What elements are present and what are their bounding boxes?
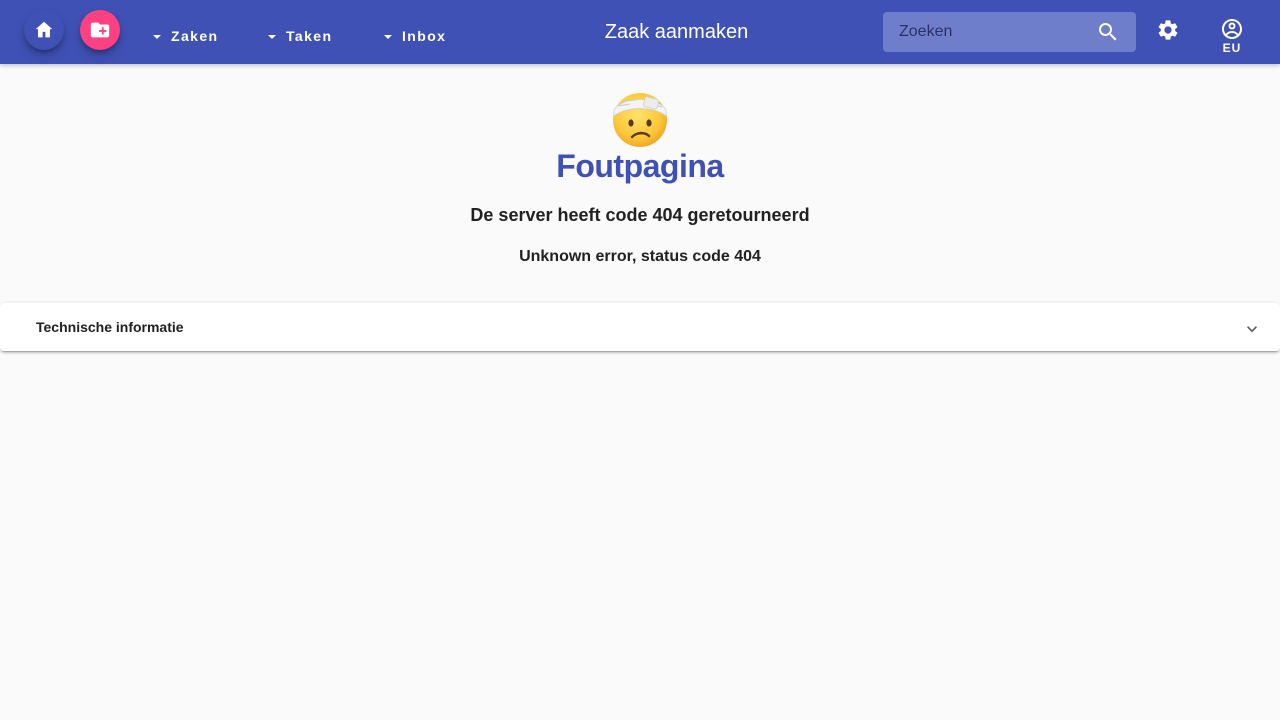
- nav-menu-label: Taken: [286, 28, 333, 44]
- chevron-down-icon: [1242, 319, 1262, 339]
- home-button[interactable]: [24, 10, 64, 50]
- face-with-head-bandage-icon: [613, 93, 667, 147]
- caret-down-icon: [384, 34, 392, 39]
- user-initials: EU: [1222, 41, 1242, 55]
- caret-down-icon: [268, 34, 276, 39]
- panel-title: Technische informatie: [36, 319, 184, 335]
- error-title: Foutpagina: [556, 148, 724, 184]
- nav-menu-taken[interactable]: Taken: [268, 22, 332, 50]
- nav-menu-zaken[interactable]: Zaken: [153, 22, 218, 50]
- search-box: [883, 12, 1136, 52]
- create-zaak-button[interactable]: [80, 10, 120, 50]
- page-title: Zaak aanmaken: [604, 21, 749, 43]
- top-toolbar: Zaken Taken Inbox Zaak aanmaken EU: [0, 0, 1280, 64]
- error-subtitle: De server heeft code 404 geretourneerd: [470, 205, 810, 225]
- user-menu[interactable]: EU: [1210, 17, 1254, 57]
- caret-down-icon: [153, 34, 161, 39]
- search-input[interactable]: [883, 12, 1083, 52]
- technical-info-panel[interactable]: Technische informatie: [0, 303, 1280, 351]
- nav-menu-inbox[interactable]: Inbox: [384, 22, 446, 50]
- home-icon: [35, 21, 53, 38]
- nav-menu-label: Zaken: [171, 28, 219, 44]
- error-message: Unknown error, status code 404: [519, 248, 761, 265]
- search-icon[interactable]: [1096, 20, 1120, 44]
- create-folder-icon: [90, 22, 110, 38]
- account-circle-icon: [1222, 19, 1242, 39]
- nav-menu-label: Inbox: [402, 28, 447, 44]
- gear-icon[interactable]: [1156, 18, 1180, 42]
